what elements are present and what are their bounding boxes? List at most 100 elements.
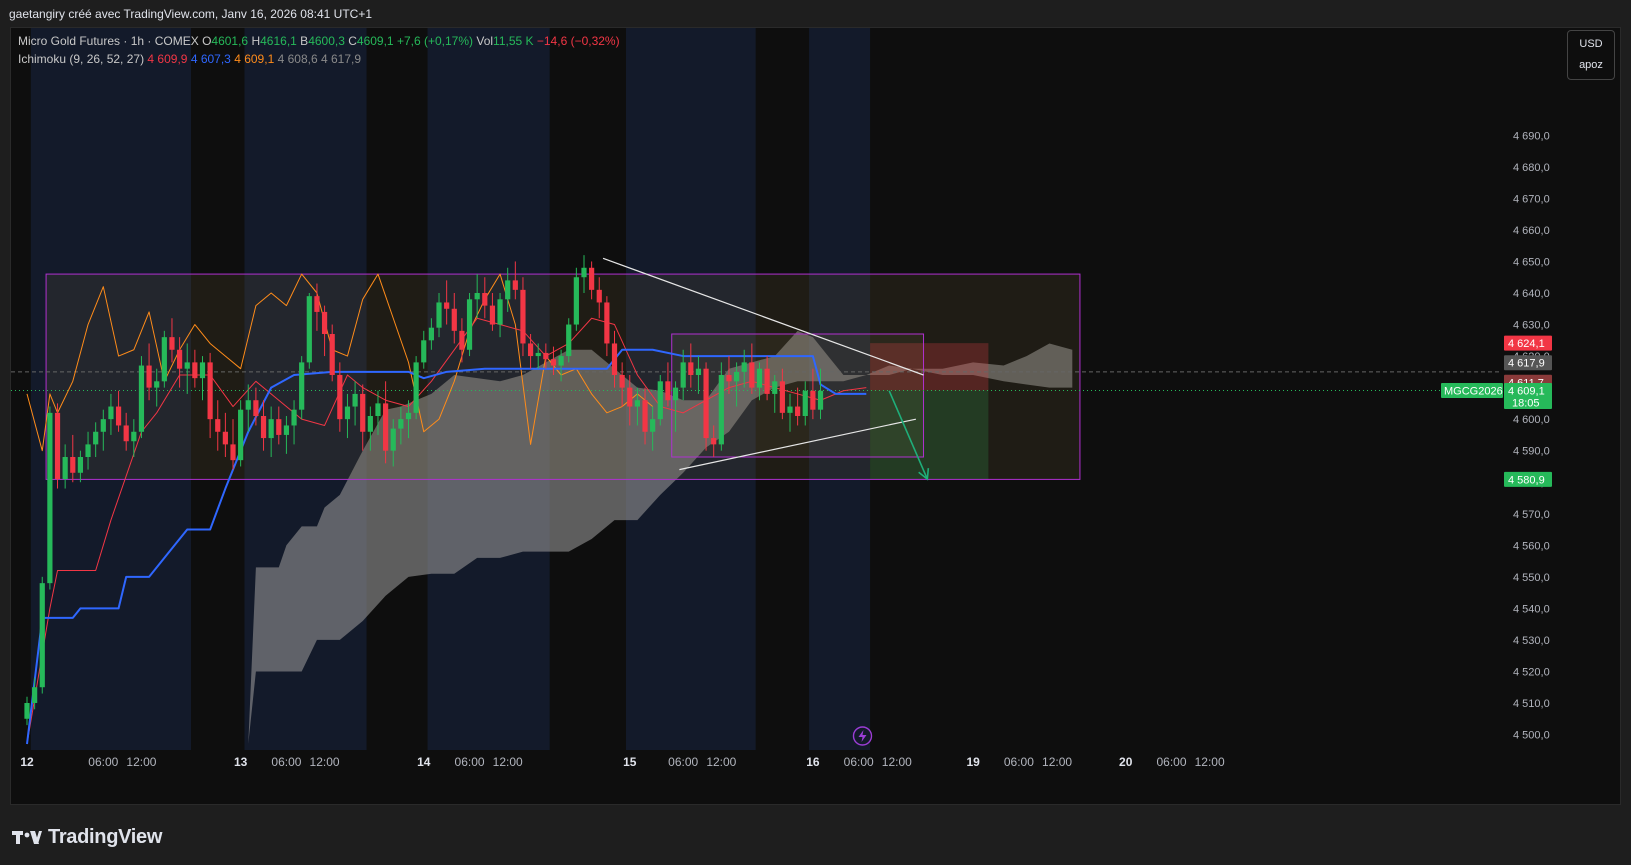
y-tick-label: 4 570,0 [1513,509,1550,521]
candle [413,356,419,420]
close-label: C [348,34,357,48]
candle-body [619,375,625,388]
indicator-value-kijun: 4 607,3 [190,52,231,66]
candlestick-chart[interactable]: 4 500,0 4 510,0 4 520,0 4 530,0 4 540,0 4 550… [11,28,1622,806]
vol-change-value: −14,6 (−0,32%) [536,34,620,48]
candle-body [375,403,381,416]
indicator-name[interactable]: Ichimoku (9, 26, 52, 27) [18,52,144,66]
x-tick-label: 12:00 [493,755,523,769]
candle-body [718,375,724,445]
indicator-value-span-b: 4 617,9 [320,52,362,66]
tradingview-logo[interactable]: TradingView [12,826,162,849]
x-tick-label: 12:00 [310,755,340,769]
candle-body [711,438,717,445]
candle-body [581,267,587,278]
y-tick-label: 4 650,0 [1513,256,1550,268]
symbol-name[interactable]: Micro Gold Futures · 1h · COMEX [18,34,199,48]
y-tick-label: 4 520,0 [1513,666,1550,678]
y-tick-label: 4 660,0 [1513,225,1550,237]
candle [466,293,473,357]
candle-body [733,371,740,382]
x-tick-label: 12:00 [1042,755,1072,769]
candle-body [85,444,91,457]
candle-body [695,368,702,375]
candle-body [108,406,114,420]
candle-body [207,362,213,420]
x-tick-label: 19 [966,755,980,769]
symbol-legend[interactable]: Micro Gold Futures · 1h · COMEX O4601,6 … [18,34,620,48]
indicator-legend[interactable]: Ichimoku (9, 26, 52, 27) 4 609,9 4 607,3… [18,52,361,66]
x-tick-label: 06:00 [88,755,118,769]
y-tick-label: 4 500,0 [1513,730,1550,742]
y-tick-label: 4 560,0 [1513,540,1550,552]
candle-body [344,406,351,420]
candle-body [283,425,290,435]
y-tick-label: 4 640,0 [1513,288,1550,300]
candle-body [306,296,312,363]
chart-credit: gaetangiry créé avec TradingView.com, Ja… [9,7,372,21]
close-value: 4609,1 [356,34,394,48]
x-tick-label: 14 [417,755,431,769]
x-tick-label: 16 [806,755,820,769]
candle-body [810,390,816,410]
candle-body [604,302,610,344]
candle [306,293,312,369]
price-label-text: 4 580,9 [1508,474,1545,486]
candle-body [138,365,145,432]
high-value: 4616,1 [260,34,297,48]
candle-body [741,362,747,372]
x-tick-label: 06:00 [668,755,698,769]
x-tick-label: 06:00 [455,755,485,769]
price-label-countdown: 18:05 [1512,397,1540,409]
price-label-text: 4 609,1 [1508,385,1545,397]
candle-body [131,431,137,442]
indicator-value-lagging: 4 609,1 [234,52,275,66]
candle [54,403,61,489]
candle-body [299,362,305,410]
chart-area[interactable]: 4 500,0 4 510,0 4 520,0 4 530,0 4 540,0 4 550… [10,27,1621,805]
x-tick-label: 06:00 [844,755,874,769]
candle-body [489,305,496,325]
vol-value: 11,55 K [493,34,534,48]
price-label-text: 4 624,1 [1508,338,1545,350]
candle-body [199,362,206,379]
currency-selector[interactable]: USD apoz [1567,30,1615,80]
candle-body [436,302,442,328]
candle-body [413,362,419,413]
x-tick-label: 12:00 [882,755,912,769]
x-tick-label: 12:00 [706,755,736,769]
x-tick-label: 20 [1119,755,1133,769]
price-label-text: 4 617,9 [1508,358,1545,370]
candle-body [497,299,503,325]
candle-body [360,393,366,432]
candle-body [657,381,663,420]
candle-body [238,409,244,461]
candle-body [47,412,53,584]
candle-body [573,277,579,325]
candle-body [337,375,343,420]
candle-body [115,406,122,426]
candle-body [77,457,84,473]
footer [0,805,1631,865]
candle-body [520,289,526,344]
y-tick-label: 4 690,0 [1513,130,1550,142]
candle-body [726,375,732,382]
candle-body [32,687,38,703]
candle-body [276,419,282,435]
candle-body [772,381,778,394]
candle-body [421,340,427,363]
x-tick-label: 13 [234,755,248,769]
candle-body [642,400,648,432]
y-tick-label: 4 510,0 [1513,698,1550,710]
candle-body [253,400,259,416]
candle-body [230,444,236,461]
candle-body [321,311,328,334]
candle-body [512,280,518,290]
candle-body [543,352,549,360]
x-tick-label: 12:00 [126,755,156,769]
candle-body [24,703,30,719]
candle-body [192,362,198,379]
candle-body [428,327,434,341]
candle-body [444,302,450,309]
candle-body [123,425,129,442]
